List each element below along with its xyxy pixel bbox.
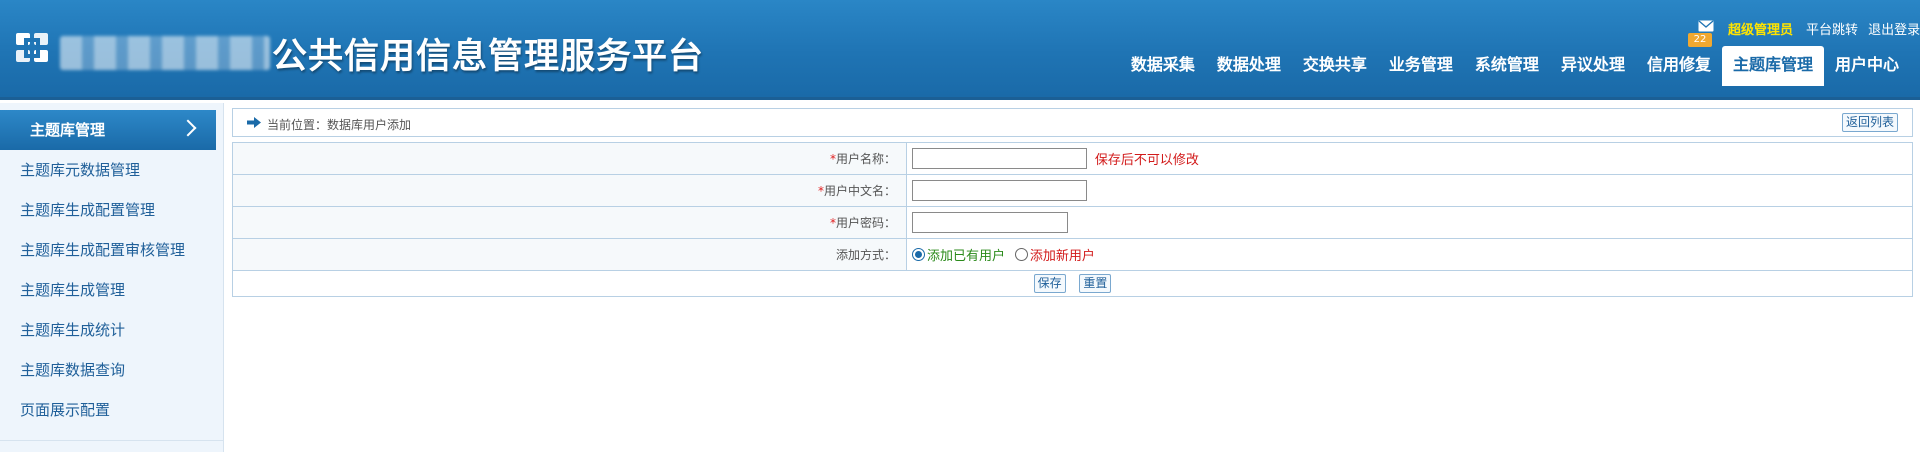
option-new-user-label[interactable]: 添加新用户 bbox=[1030, 249, 1095, 264]
breadcrumb-text: 当前位置：数据库用户添加 bbox=[267, 118, 412, 132]
sidebar-header-label: 主题库管理 bbox=[30, 121, 106, 139]
username-label: *用户名称： bbox=[232, 142, 907, 175]
nav-item-objection-handling[interactable]: 异议处理 bbox=[1550, 46, 1636, 86]
nav-item-exchange-sharing[interactable]: 交换共享 bbox=[1292, 46, 1378, 86]
nav-item-system-management[interactable]: 系统管理 bbox=[1464, 46, 1550, 86]
form-row-actions: 保存 重置 bbox=[232, 270, 1913, 297]
add-method-label: 添加方式： bbox=[232, 238, 907, 271]
nav-item-data-collection[interactable]: 数据采集 bbox=[1120, 46, 1206, 86]
mail-count-badge: 22 bbox=[1688, 33, 1712, 47]
password-label: *用户密码： bbox=[232, 206, 907, 239]
save-button[interactable]: 保存 bbox=[1033, 274, 1066, 293]
username-label-text: 用户名称： bbox=[835, 152, 896, 166]
top-links: 平台跳转 退出登录 bbox=[1800, 19, 1920, 38]
breadcrumb: 当前位置：数据库用户添加 返回列表 bbox=[232, 108, 1913, 137]
arrow-right-icon bbox=[247, 117, 261, 128]
cn-name-label: *用户中文名： bbox=[232, 174, 907, 207]
sidebar-item-metadata-management[interactable]: 主题库元数据管理 bbox=[0, 150, 224, 190]
cn-name-label-text: 用户中文名： bbox=[823, 184, 896, 198]
nav-item-data-processing[interactable]: 数据处理 bbox=[1206, 46, 1292, 86]
sidebar-item-page-display-config[interactable]: 页面展示配置 bbox=[0, 390, 224, 430]
option-existing-user-label[interactable]: 添加已有用户 bbox=[927, 249, 1005, 264]
logo-icon bbox=[16, 33, 48, 62]
form-row-username: *用户名称： 保存后不可以修改 bbox=[232, 142, 1913, 175]
user-add-form: *用户名称： 保存后不可以修改 *用户中文名： *用户密码： 添加方式： 添加已… bbox=[232, 142, 1913, 297]
radio-new-user[interactable] bbox=[1014, 248, 1028, 261]
username-input[interactable] bbox=[912, 148, 1087, 169]
admin-name[interactable]: 超级管理员 bbox=[1728, 19, 1793, 38]
username-hint: 保存后不可以修改 bbox=[1094, 153, 1199, 168]
password-input[interactable] bbox=[912, 212, 1068, 233]
form-row-cn-name: *用户中文名： bbox=[232, 174, 1913, 207]
form-row-add-method: 添加方式： 添加已有用户 添加新用户 bbox=[232, 238, 1913, 271]
site-title: 公共信用信息管理服务平台 bbox=[272, 37, 705, 77]
app-header: 公共信用信息管理服务平台 22 超级管理员 平台跳转 退出登录 数据采集 数据处… bbox=[0, 0, 1920, 100]
sidebar-item-generation-statistics[interactable]: 主题库生成统计 bbox=[0, 310, 224, 350]
nav-item-business-management[interactable]: 业务管理 bbox=[1378, 46, 1464, 86]
back-to-list-button[interactable]: 返回列表 bbox=[1841, 113, 1898, 132]
logout-link[interactable]: 退出登录 bbox=[1868, 23, 1920, 38]
sidebar-divider bbox=[0, 440, 224, 441]
nav-item-user-center[interactable]: 用户中心 bbox=[1824, 46, 1910, 86]
reset-button[interactable]: 重置 bbox=[1079, 274, 1112, 293]
sidebar: 主题库管理 主题库元数据管理 主题库生成配置管理 主题库生成配置审核管理 主题库… bbox=[0, 103, 224, 452]
cn-name-input[interactable] bbox=[912, 180, 1087, 201]
chevron-right-icon bbox=[179, 119, 197, 137]
sidebar-item-generation-config[interactable]: 主题库生成配置管理 bbox=[0, 190, 224, 230]
platform-switch-link[interactable]: 平台跳转 bbox=[1806, 23, 1858, 38]
sidebar-item-config-review[interactable]: 主题库生成配置审核管理 bbox=[0, 230, 224, 270]
redacted-logo-text bbox=[60, 36, 270, 70]
mail-icon[interactable] bbox=[1698, 20, 1714, 32]
sidebar-header[interactable]: 主题库管理 bbox=[0, 110, 216, 150]
nav-item-credit-repair[interactable]: 信用修复 bbox=[1636, 46, 1722, 86]
sidebar-menu: 主题库元数据管理 主题库生成配置管理 主题库生成配置审核管理 主题库生成管理 主… bbox=[0, 150, 224, 430]
sidebar-item-generation-management[interactable]: 主题库生成管理 bbox=[0, 270, 224, 310]
form-row-password: *用户密码： bbox=[232, 206, 1913, 239]
main-nav: 数据采集 数据处理 交换共享 业务管理 系统管理 异议处理 信用修复 主题库管理… bbox=[1120, 46, 1910, 86]
nav-item-theme-db-management[interactable]: 主题库管理 bbox=[1721, 46, 1824, 86]
radio-existing-user[interactable] bbox=[912, 248, 925, 261]
sidebar-item-data-query[interactable]: 主题库数据查询 bbox=[0, 350, 224, 390]
password-label-text: 用户密码： bbox=[835, 216, 896, 230]
